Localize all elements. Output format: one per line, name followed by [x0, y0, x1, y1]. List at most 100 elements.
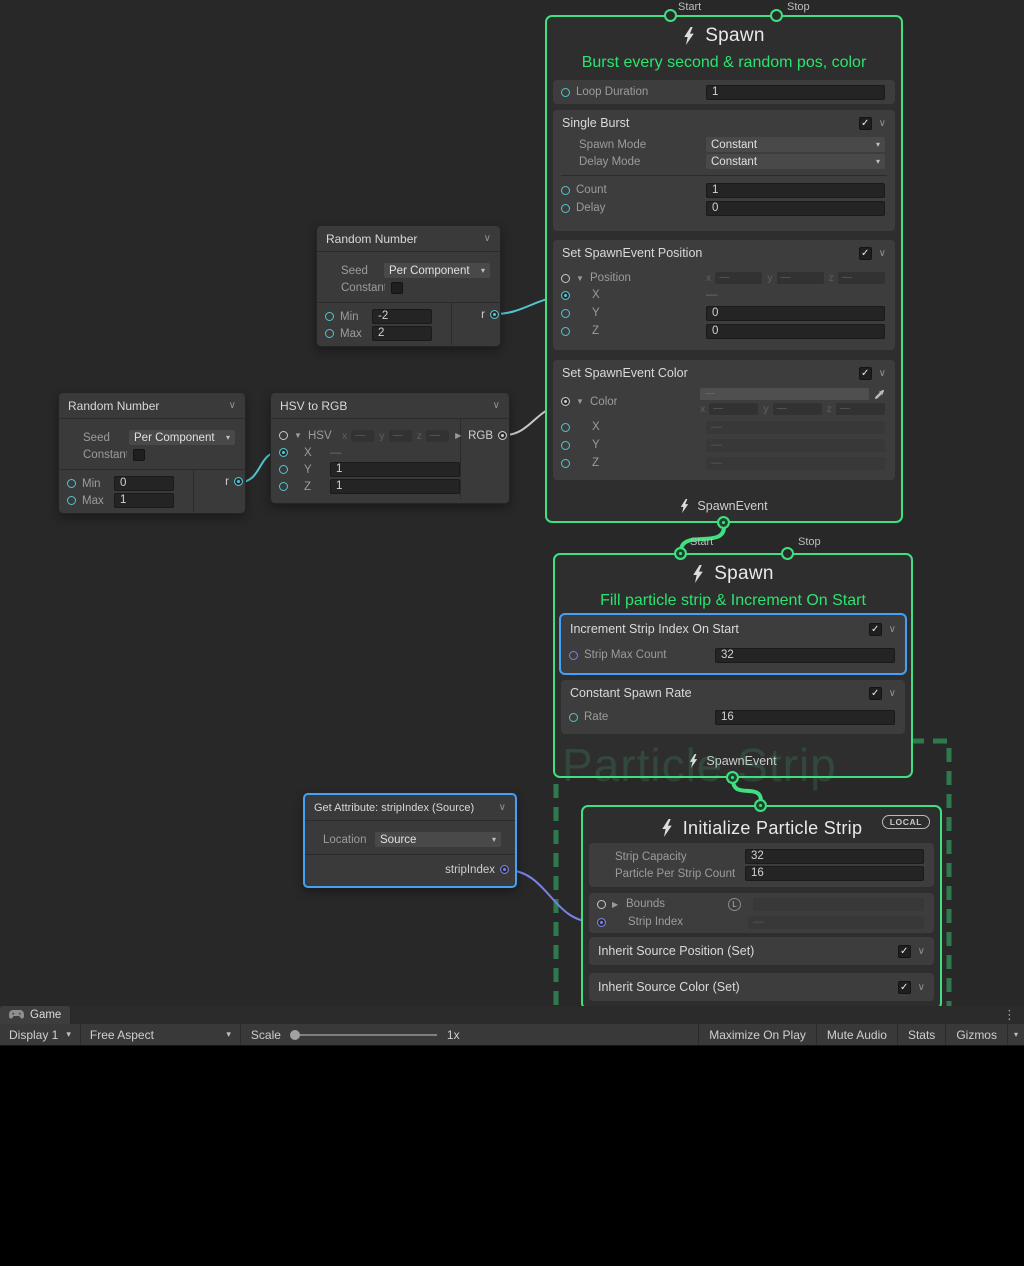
block-set-spawnevent-position[interactable]: Set SpawnEvent Position ✓ ∨ ▼ Position x… — [553, 240, 895, 350]
context-initialize-particle-strip[interactable]: LOCAL Initialize Particle Strip Strip Ca… — [581, 805, 942, 1006]
gizmos-dropdown-arrow[interactable]: ▾ — [1007, 1024, 1024, 1045]
collapse-chevron-icon[interactable]: ∨ — [879, 118, 886, 129]
float-port[interactable] — [561, 441, 570, 450]
tab-menu-kebab-icon[interactable]: ⋮ — [995, 1006, 1024, 1024]
enabled-checkbox[interactable]: ✓ — [898, 945, 911, 958]
collapse-chevron-icon[interactable]: ∨ — [484, 233, 491, 244]
local-space-badge[interactable]: LOCAL — [882, 815, 930, 829]
flow-port-stop[interactable] — [770, 9, 783, 22]
max-field[interactable]: 2 — [372, 326, 432, 341]
collapse-chevron-icon[interactable]: ∨ — [918, 982, 925, 993]
strip-capacity-field[interactable]: 32 — [745, 849, 924, 864]
enabled-checkbox[interactable]: ✓ — [869, 623, 882, 636]
node-random-number-1[interactable]: Random Number ∨ Seed Per Component ▾ Con… — [316, 225, 501, 347]
float-port-connected[interactable] — [234, 477, 243, 486]
hsv-z-field[interactable]: 1 — [330, 479, 460, 494]
location-dropdown[interactable]: Source ▾ — [375, 832, 501, 847]
flow-port-stop[interactable] — [781, 547, 794, 560]
flow-port-start-connected[interactable] — [674, 547, 687, 560]
block-init-inputs[interactable]: ▶ Bounds L Strip Index — — [589, 893, 934, 933]
eyedropper-icon[interactable] — [874, 389, 885, 400]
delay-field[interactable]: 0 — [706, 201, 885, 216]
position-y-field[interactable]: 0 — [706, 306, 885, 321]
enabled-checkbox[interactable]: ✓ — [859, 117, 872, 130]
maximize-on-play-button[interactable]: Maximize On Play — [698, 1024, 816, 1045]
block-header[interactable]: Set SpawnEvent Color ✓ ∨ — [553, 360, 895, 386]
float-port[interactable] — [67, 496, 76, 505]
node-title-bar[interactable]: Random Number ∨ — [59, 393, 245, 419]
float-port-connected[interactable] — [561, 291, 570, 300]
hsv-y-field[interactable]: 1 — [330, 462, 460, 477]
slider-handle[interactable] — [290, 1030, 300, 1040]
float-port[interactable] — [561, 327, 570, 336]
color-port-connected[interactable] — [561, 397, 570, 406]
float-port[interactable] — [561, 309, 570, 318]
context-title-bar[interactable]: Spawn — [547, 20, 901, 52]
context-spawn-strip[interactable]: Spawn Fill particle strip & Increment On… — [553, 553, 913, 778]
context-title-bar[interactable]: Spawn — [555, 558, 911, 590]
flow-port-in-connected[interactable] — [754, 799, 767, 812]
slider-track[interactable] — [291, 1034, 437, 1036]
scale-slider[interactable] — [291, 1028, 437, 1042]
color-swatch[interactable]: — — [700, 388, 869, 400]
constant-checkbox[interactable] — [133, 449, 145, 461]
node-title-bar[interactable]: Random Number ∨ — [317, 226, 500, 252]
collapse-chevron-icon[interactable]: ∨ — [879, 248, 886, 259]
float-port[interactable] — [561, 88, 570, 97]
collapse-chevron-icon[interactable]: ∨ — [889, 624, 896, 635]
expand-triangle-icon[interactable]: ▶ — [455, 431, 463, 440]
node-random-number-2[interactable]: Random Number ∨ Seed Per Component ▾ Con… — [58, 392, 246, 514]
min-field[interactable]: -2 — [372, 309, 432, 324]
uint-port-connected[interactable] — [500, 865, 509, 874]
block-header[interactable]: Inherit Source Position (Set) ✓ ∨ — [589, 937, 934, 965]
float-port[interactable] — [325, 312, 334, 321]
count-field[interactable]: 1 — [706, 183, 885, 198]
aspect-ratio-selector[interactable]: Free Aspect ▾ — [81, 1024, 241, 1045]
display-selector[interactable]: Display 1 ▾ — [0, 1024, 81, 1045]
flow-wire-spawn2-to-init[interactable] — [733, 780, 761, 801]
expand-triangle-icon[interactable]: ▼ — [294, 431, 302, 440]
game-view-content[interactable] — [0, 1047, 1024, 1266]
block-inherit-source-position[interactable]: Inherit Source Position (Set) ✓ ∨ — [589, 937, 934, 965]
float-port[interactable] — [561, 459, 570, 468]
float-port-connected[interactable] — [279, 448, 288, 457]
block-strip-settings[interactable]: Strip Capacity 32 Particle Per Strip Cou… — [589, 843, 934, 887]
float-port[interactable] — [279, 482, 288, 491]
flow-port-spawnevent-out[interactable] — [726, 771, 739, 784]
strip-max-count-field[interactable]: 32 — [715, 648, 895, 663]
enabled-checkbox[interactable]: ✓ — [859, 367, 872, 380]
spawn-mode-dropdown[interactable]: Constant ▾ — [706, 137, 885, 152]
context-spawn-burst[interactable]: Spawn Burst every second & random pos, c… — [545, 15, 903, 523]
aabox-port[interactable] — [597, 900, 606, 909]
block-increment-strip-index-selected[interactable]: Increment Strip Index On Start ✓ ∨ Strip… — [559, 613, 907, 675]
collapse-chevron-icon[interactable]: ∨ — [879, 368, 886, 379]
block-header[interactable]: Set SpawnEvent Position ✓ ∨ — [553, 240, 895, 266]
tab-game[interactable]: Game — [0, 1006, 70, 1024]
float-port[interactable] — [561, 204, 570, 213]
float-port[interactable] — [67, 479, 76, 488]
rate-field[interactable]: 16 — [715, 710, 895, 725]
constant-checkbox[interactable] — [391, 282, 403, 294]
block-header[interactable]: Single Burst ✓ ∨ — [553, 110, 895, 136]
uint-port[interactable] — [569, 651, 578, 660]
block-header[interactable]: Inherit Source Color (Set) ✓ ∨ — [589, 973, 934, 1001]
collapse-chevron-icon[interactable]: ∨ — [889, 688, 896, 699]
float-port[interactable] — [279, 465, 288, 474]
local-space-icon[interactable]: L — [728, 898, 741, 911]
block-inherit-source-color[interactable]: Inherit Source Color (Set) ✓ ∨ — [589, 973, 934, 1001]
block-single-burst[interactable]: Single Burst ✓ ∨ Spawn Mode Constant ▾ D… — [553, 110, 895, 231]
min-field[interactable]: 0 — [114, 476, 174, 491]
stats-button[interactable]: Stats — [897, 1024, 945, 1045]
flow-port-start[interactable] — [664, 9, 677, 22]
collapse-chevron-icon[interactable]: ∨ — [229, 400, 236, 411]
expand-triangle-icon[interactable]: ▶ — [612, 900, 620, 909]
node-title-bar[interactable]: HSV to RGB ∨ — [271, 393, 509, 419]
vector3-port[interactable] — [561, 274, 570, 283]
block-set-spawnevent-color[interactable]: Set SpawnEvent Color ✓ ∨ ▼ Color — — [553, 360, 895, 480]
expand-triangle-icon[interactable]: ▼ — [576, 274, 584, 283]
vector3-port[interactable] — [279, 431, 288, 440]
particle-per-strip-field[interactable]: 16 — [745, 866, 924, 881]
collapse-chevron-icon[interactable]: ∨ — [499, 802, 506, 813]
enabled-checkbox[interactable]: ✓ — [869, 687, 882, 700]
vfx-graph-canvas[interactable]: Start Stop Start Stop Spawn Burst every … — [0, 0, 1024, 1006]
